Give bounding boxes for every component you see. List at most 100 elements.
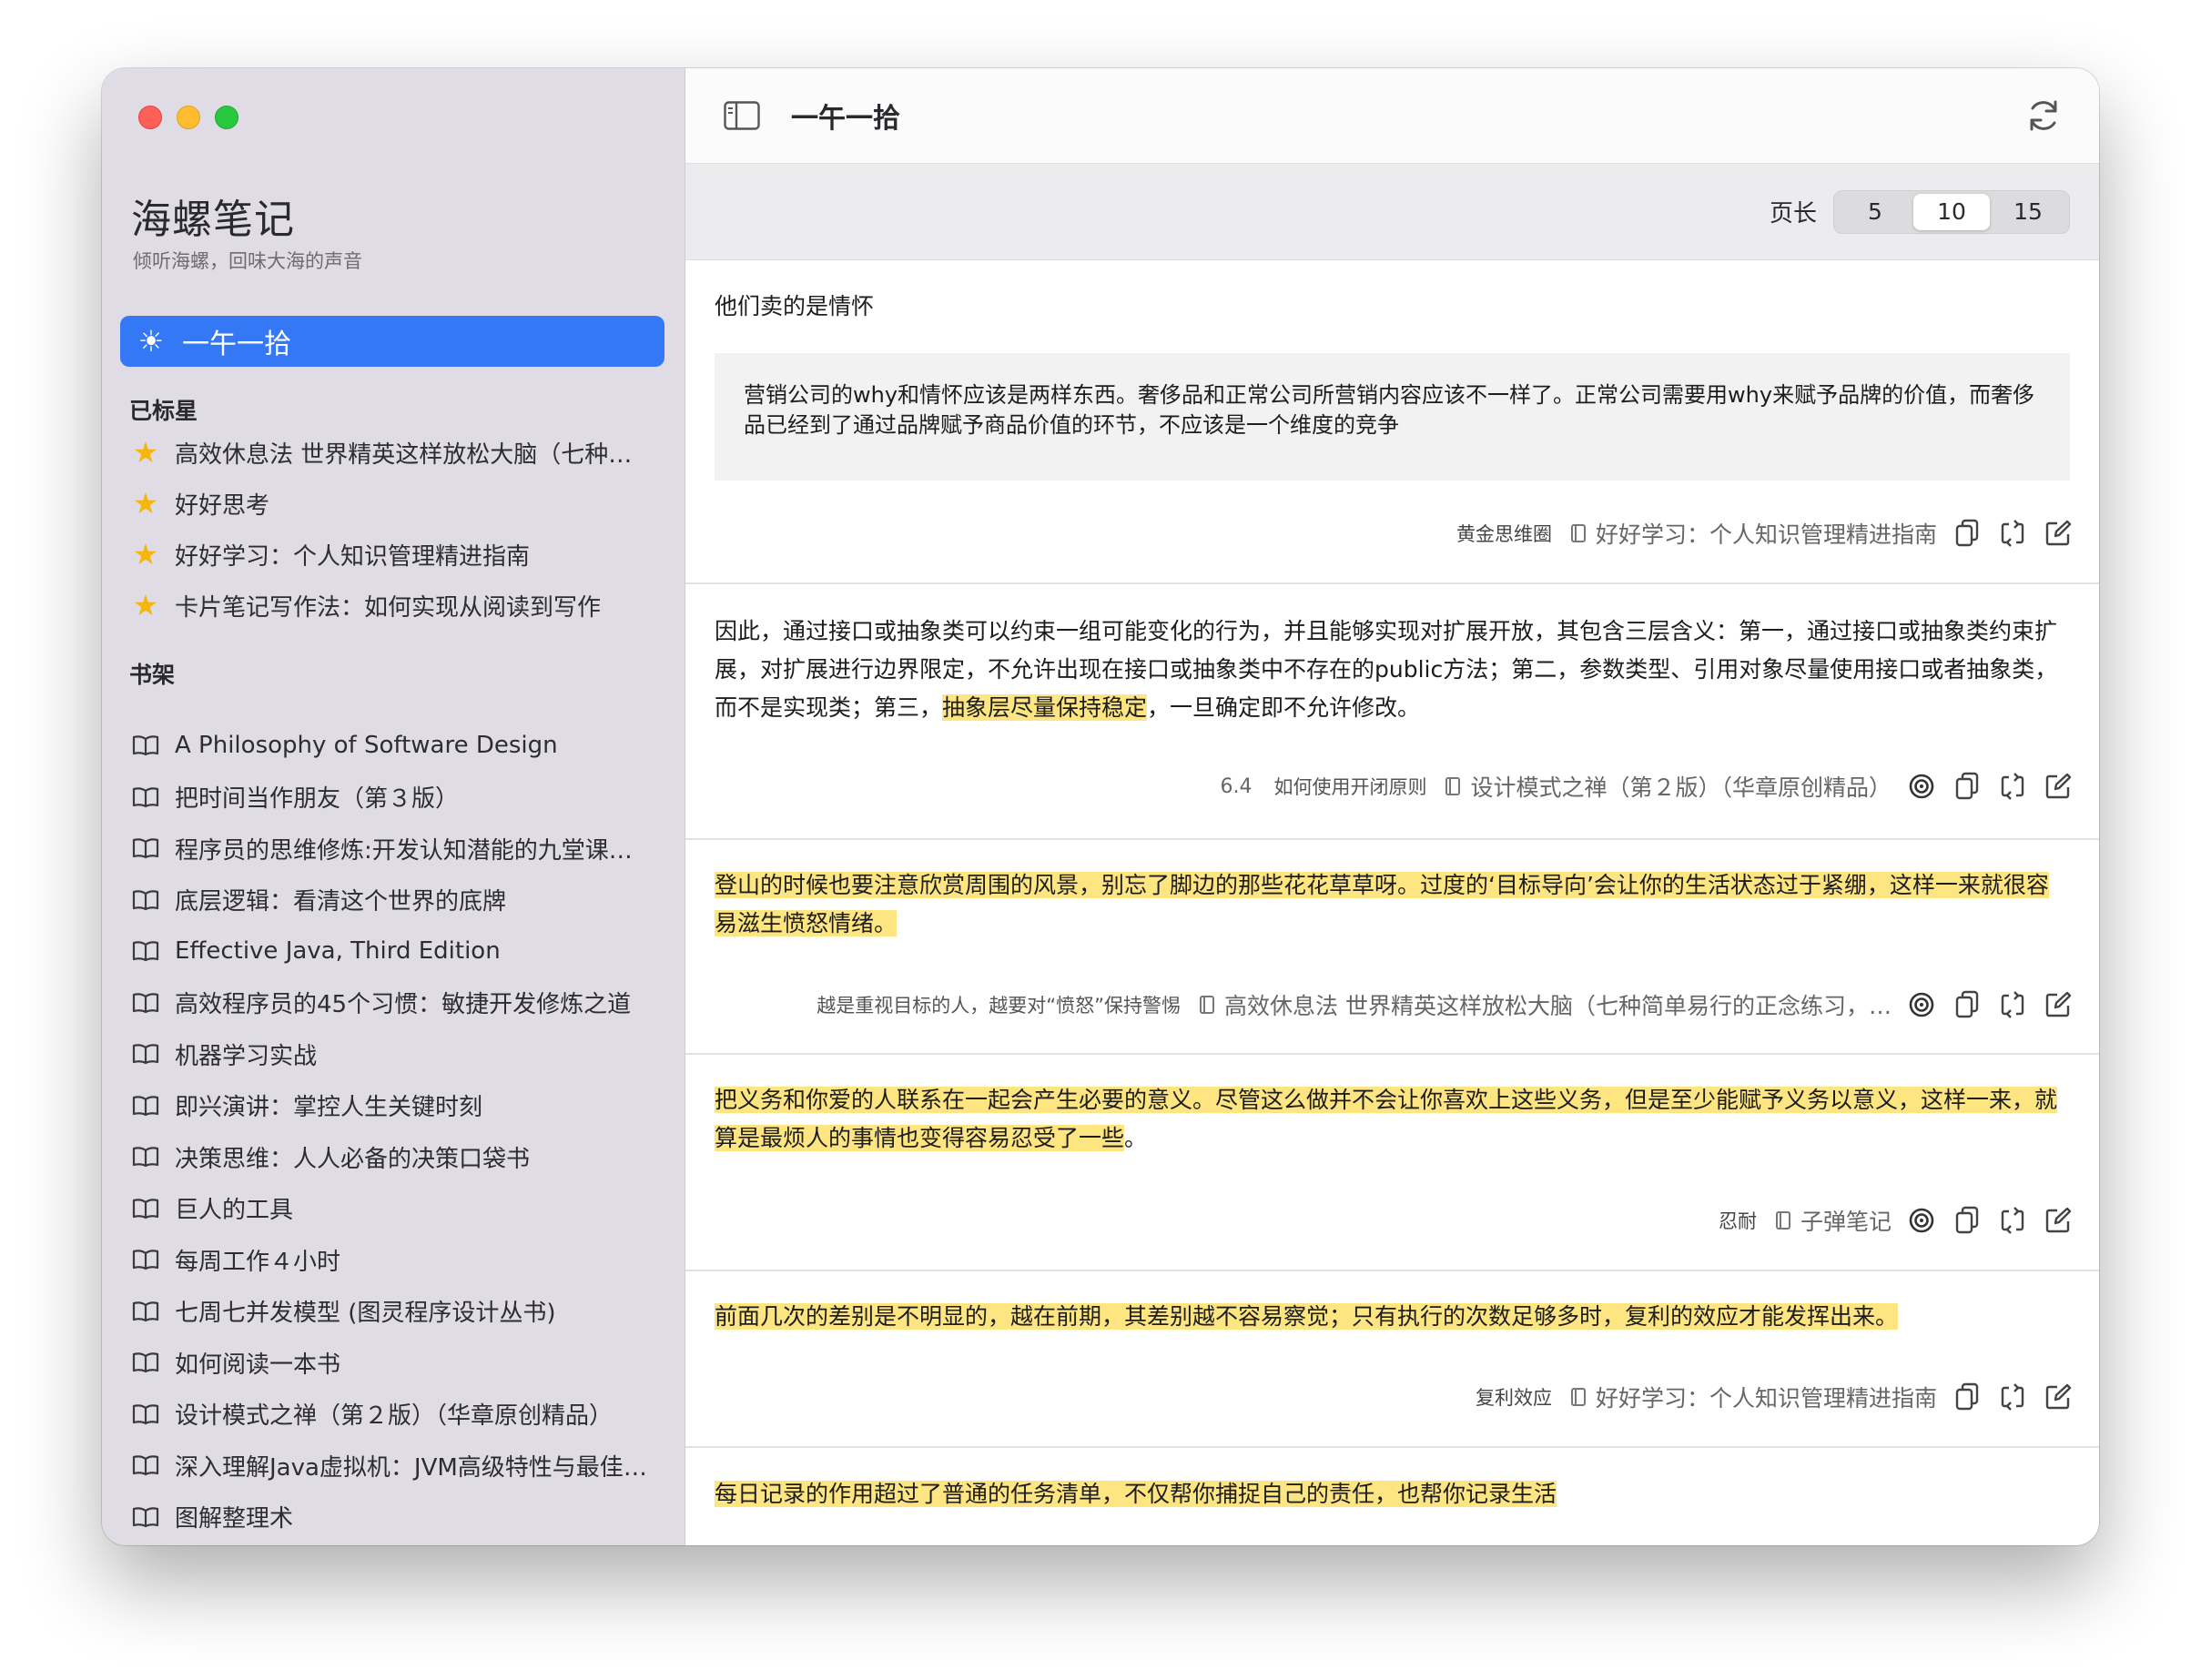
page-size-label: 页长 xyxy=(1769,200,1817,228)
card-meta: 黄金思维圈 好好学习：个人知识管理精进指南 xyxy=(1456,517,2074,550)
card-chapter: 越是重视目标的人，越要对“愤怒”保持警惕 xyxy=(816,995,1182,1017)
copy-icon[interactable] xyxy=(1952,989,1983,1020)
open-book-icon xyxy=(129,1095,162,1117)
toolbar: 一午一拾 xyxy=(685,68,2099,164)
sidebar-toggle-icon[interactable] xyxy=(724,101,760,130)
edit-icon[interactable] xyxy=(2043,1205,2074,1236)
shelf-heading: 书架 xyxy=(129,662,176,688)
shelf-book-label: 每周工作４小时 xyxy=(175,1248,341,1276)
card-book-link[interactable]: 设计模式之禅（第２版）（华章原创精品） xyxy=(1445,770,1892,803)
open-book-icon xyxy=(129,889,162,911)
sun-icon: ☀ xyxy=(137,324,165,359)
edit-icon[interactable] xyxy=(2043,518,2074,549)
starred-item-label: 好好思考 xyxy=(175,491,270,520)
shelf-book-item[interactable]: 即兴演讲：掌控人生关键时刻 xyxy=(129,1084,657,1128)
card-book-title: 好好学习：个人知识管理精进指南 xyxy=(1595,521,1937,548)
app-title: 海螺笔记 xyxy=(131,197,295,243)
shelf-book-label: 图解整理术 xyxy=(175,1505,294,1533)
card-text-part: 。 xyxy=(1124,1125,1148,1151)
starred-item[interactable]: ★ 好好思考 xyxy=(129,481,657,525)
shelf-book-item[interactable]: 决策思维：人人必备的决策口袋书 xyxy=(129,1135,657,1179)
card-meta: 忍耐 子弹笔记 xyxy=(1719,1204,2074,1237)
card-meta: 越是重视目标的人，越要对“愤怒”保持警惕 高效休息法 世界精英这样放松大脑（七种… xyxy=(816,988,2074,1021)
page-title: 一午一拾 xyxy=(791,103,900,135)
app-window: 海螺笔记 倾听海螺，回味大海的声音 ☀ 一午一拾 已标星 ★ 高效休息法 世界精… xyxy=(102,68,2099,1545)
page-size-option-5[interactable]: 5 xyxy=(1837,194,1913,230)
target-icon[interactable] xyxy=(1906,989,1937,1020)
copy-icon[interactable] xyxy=(1952,1381,1983,1412)
edit-icon[interactable] xyxy=(2043,1381,2074,1412)
expand-icon[interactable] xyxy=(1997,1205,2028,1236)
card-text: 登山的时候也要注意欣赏周围的风景，别忘了脚边的那些花花草草呀。过度的‘目标导向’… xyxy=(685,840,2099,943)
starred-item[interactable]: ★ 高效休息法 世界精英这样放松大脑（七种简单易行的正念练习，… xyxy=(129,430,657,474)
star-icon: ★ xyxy=(132,435,159,470)
shelf-book-item[interactable]: 如何阅读一本书 xyxy=(129,1341,657,1384)
shelf-book-item[interactable]: 程序员的思维修炼:开发认知潜能的九堂课（图灵程序设计丛书） xyxy=(129,826,657,870)
shelf-book-item[interactable]: 巨人的工具 xyxy=(129,1187,657,1230)
card-highlight: 前面几次的差别是不明显的，越在前期，其差别越不容易察觉；只有执行的次数足够多时，… xyxy=(715,1303,1899,1330)
shelf-book-item[interactable]: 图解整理术 xyxy=(129,1495,657,1539)
edit-icon[interactable] xyxy=(2043,989,2074,1020)
starred-item[interactable]: ★ 卡片笔记写作法：如何实现从阅读到写作 xyxy=(129,583,657,627)
shelf-book-label: 七周七并发模型 (图灵程序设计丛书) xyxy=(175,1300,556,1327)
main-panel: 一午一拾 页长 5 10 15 他们卖的是情怀 营销公司的why和情怀应该是两样… xyxy=(685,68,2099,1545)
open-book-icon xyxy=(129,1300,162,1322)
maximize-window-button[interactable] xyxy=(215,106,238,129)
card-highlight: 把义务和你爱的人联系在一起会产生必要的意义。尽管这么做并不会让你喜欢上这些义务，… xyxy=(715,1087,2058,1151)
card-book-link[interactable]: 高效休息法 世界精英这样放松大脑（七种简单易行的正念练习，… xyxy=(1199,988,1892,1021)
shelf-book-item[interactable]: 高效程序员的45个习惯：敏捷开发修炼之道 xyxy=(129,981,657,1025)
shelf-book-item[interactable]: 深入理解Java虚拟机：JVM高级特性与最佳实践（第３版） xyxy=(129,1443,657,1487)
open-book-icon xyxy=(129,940,162,962)
expand-icon[interactable] xyxy=(1997,1381,2028,1412)
star-icon: ★ xyxy=(132,486,159,521)
page-size-segmented-control: 5 10 15 xyxy=(1833,189,2070,234)
starred-heading: 已标星 xyxy=(129,398,198,424)
page-size-option-10[interactable]: 10 xyxy=(1913,193,1990,230)
starred-item-label: 好好学习：个人知识管理精进指南 xyxy=(175,542,531,571)
page-size-option-15[interactable]: 15 xyxy=(1990,194,2066,230)
card-title: 他们卖的是情怀 xyxy=(715,293,875,319)
shelf-book-item[interactable]: Effective Java, Third Edition xyxy=(129,929,657,973)
card-book-link[interactable]: 好好学习：个人知识管理精进指南 xyxy=(1570,517,1937,550)
card-book-title: 设计模式之禅（第２版）（华章原创精品） xyxy=(1470,774,1892,801)
card-chapter-number: 6.4 xyxy=(1220,774,1253,798)
expand-icon[interactable] xyxy=(1997,518,2028,549)
expand-icon[interactable] xyxy=(1997,989,2028,1020)
card-book-link[interactable]: 好好学习：个人知识管理精进指南 xyxy=(1570,1381,1937,1413)
copy-icon[interactable] xyxy=(1952,771,1983,802)
sidebar-item-daily-review[interactable]: ☀ 一午一拾 xyxy=(120,316,664,367)
shelf-book-item[interactable]: 底层逻辑：看清这个世界的底牌 xyxy=(129,878,657,922)
book-small-icon xyxy=(1775,1211,1790,1230)
shelf-book-item[interactable]: 机器学习实战 xyxy=(129,1032,657,1076)
open-book-icon xyxy=(129,1146,162,1168)
close-window-button[interactable] xyxy=(138,106,162,129)
open-book-icon xyxy=(129,1198,162,1220)
shelf-book-item[interactable]: 设计模式之禅（第２版）（华章原创精品） xyxy=(129,1392,657,1436)
shelf-book-item[interactable]: 每周工作４小时 xyxy=(129,1238,657,1281)
edit-icon[interactable] xyxy=(2043,771,2074,802)
copy-icon[interactable] xyxy=(1952,518,1983,549)
star-icon: ★ xyxy=(132,537,159,572)
open-book-icon xyxy=(129,1506,162,1528)
copy-icon[interactable] xyxy=(1952,1205,1983,1236)
shelf-book-item[interactable]: 把时间当作朋友（第３版） xyxy=(129,775,657,819)
minimize-window-button[interactable] xyxy=(177,106,200,129)
expand-icon[interactable] xyxy=(1997,771,2028,802)
note-card: 因此，通过接口或抽象类可以约束一组可能变化的行为，并且能够实现对扩展开放，其包含… xyxy=(685,584,2099,840)
shelf-book-item[interactable]: 七周七并发模型 (图灵程序设计丛书) xyxy=(129,1290,657,1333)
starred-item[interactable]: ★ 好好学习：个人知识管理精进指南 xyxy=(129,532,657,576)
open-book-icon xyxy=(129,786,162,808)
sidebar-item-label: 一午一拾 xyxy=(182,329,291,360)
note-card: 把义务和你爱的人联系在一起会产生必要的意义。尽管这么做并不会让你喜欢上这些义务，… xyxy=(685,1055,2099,1271)
shelf-book-label: 高效程序员的45个习惯：敏捷开发修炼之道 xyxy=(175,991,632,1018)
target-icon[interactable] xyxy=(1906,1205,1937,1236)
card-book-link[interactable]: 子弹笔记 xyxy=(1775,1204,1892,1237)
target-icon[interactable] xyxy=(1906,771,1937,802)
refresh-icon[interactable] xyxy=(2024,96,2063,135)
shelf-book-item[interactable]: A Philosophy of Software Design xyxy=(129,724,657,767)
book-small-icon xyxy=(1570,524,1586,542)
shelf-book-label: 如何阅读一本书 xyxy=(175,1351,341,1379)
star-icon: ★ xyxy=(132,588,159,622)
open-book-icon xyxy=(129,1351,162,1373)
app-subtitle: 倾听海螺，回味大海的声音 xyxy=(133,250,362,272)
